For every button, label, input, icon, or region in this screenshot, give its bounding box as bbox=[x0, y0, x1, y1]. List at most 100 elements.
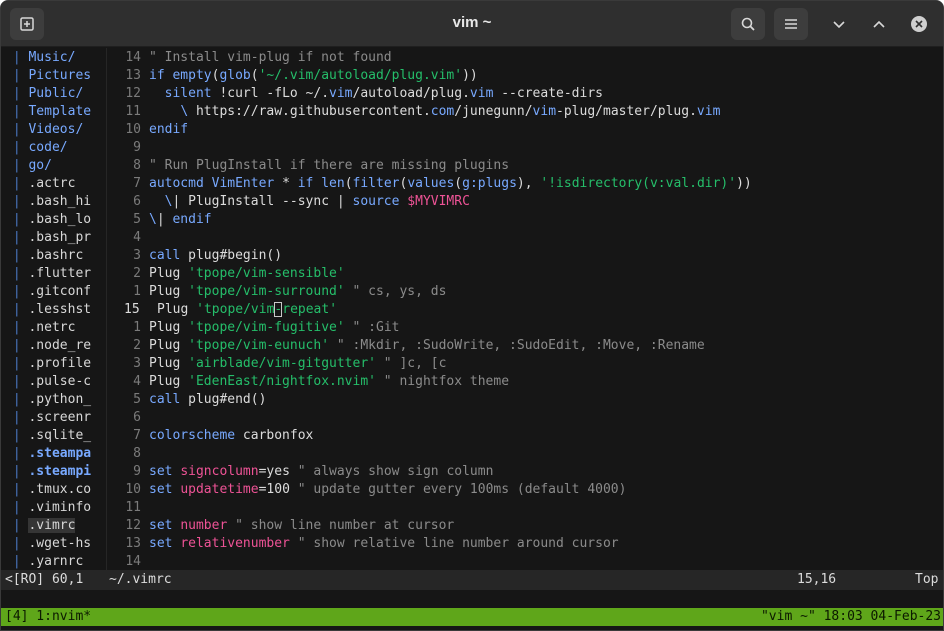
code-line[interactable]: 3 Plug 'airblade/vim-gitgutter' " ]c, [c bbox=[109, 355, 943, 373]
tree-item[interactable]: | Template bbox=[5, 103, 105, 121]
code-line[interactable]: 8 bbox=[109, 445, 943, 463]
code-line[interactable]: 11 bbox=[109, 499, 943, 517]
code-token: $MYVIMRC bbox=[407, 194, 470, 209]
line-number: 4 bbox=[133, 230, 141, 245]
window-split-divider[interactable] bbox=[106, 48, 107, 570]
code-line[interactable]: 4 Plug 'EdenEast/nightfox.nvim' " nightfo… bbox=[109, 373, 943, 391]
tree-guide: | bbox=[5, 392, 29, 407]
code-token: signcolumn bbox=[180, 464, 259, 479]
tree-item[interactable]: | .actrc bbox=[5, 175, 105, 193]
code-token: 'airblade/vim-gitgutter' bbox=[188, 356, 376, 371]
code-line[interactable]: 12 set number " show line number at curso… bbox=[109, 517, 943, 535]
code-line[interactable]: 8 " Run PlugInstall if there are missing … bbox=[109, 157, 943, 175]
tree-item[interactable]: | .viminfo bbox=[5, 499, 105, 517]
code-token: \ bbox=[149, 212, 157, 227]
code-line[interactable]: 12 silent !curl -fLo ~/.vim/autoload/plu… bbox=[109, 85, 943, 103]
line-number: 1 bbox=[133, 320, 141, 335]
code-line[interactable]: 9 bbox=[109, 139, 943, 157]
code-line[interactable]: 1 Plug 'tpope/vim-fugitive' " :Git bbox=[109, 319, 943, 337]
tree-item-label: .flutter bbox=[28, 266, 92, 281]
tree-item[interactable]: | .tmux.co bbox=[5, 481, 105, 499]
code-line[interactable]: 7 colorscheme carbonfox bbox=[109, 427, 943, 445]
tree-item[interactable]: | .flutter bbox=[5, 265, 105, 283]
tree-item[interactable]: | .pulse-c bbox=[5, 373, 105, 391]
tree-item[interactable]: | .bash_lo bbox=[5, 211, 105, 229]
code-token: Plug bbox=[149, 320, 189, 335]
code-token: 'tpope/vim-eunuch' bbox=[188, 338, 330, 353]
tree-item[interactable]: | .wget-hs bbox=[5, 535, 105, 553]
tree-item[interactable]: | .yarnrc bbox=[5, 553, 105, 571]
tree-item[interactable]: | Public/ bbox=[5, 85, 105, 103]
code-line[interactable]: 11 \ https://raw.githubusercontent.com/j… bbox=[109, 103, 943, 121]
code-token: autocmd bbox=[149, 176, 212, 191]
code-line[interactable]: 3 call plug#begin() bbox=[109, 247, 943, 265]
code-line[interactable]: 14 bbox=[109, 553, 943, 571]
tree-item[interactable]: | .screenr bbox=[5, 409, 105, 427]
tree-item[interactable]: | .steampi bbox=[5, 463, 105, 481]
search-button[interactable] bbox=[731, 8, 765, 40]
code-token: ( bbox=[250, 68, 259, 83]
tree-item-label: .viminfo bbox=[28, 500, 92, 515]
code-token: " nightfox theme bbox=[375, 374, 510, 389]
code-line[interactable]: 7 autocmd VimEnter * if len(filter(values… bbox=[109, 175, 943, 193]
tree-item[interactable]: | .node_re bbox=[5, 337, 105, 355]
code-line[interactable]: 13 if empty(glob('~/.vim/autoload/plug.vi… bbox=[109, 67, 943, 85]
code-line[interactable]: 2 Plug 'tpope/vim-eunuch' " :Mkdir, :Sudo… bbox=[109, 337, 943, 355]
menu-button[interactable] bbox=[774, 8, 808, 40]
tree-item[interactable]: | .gitconf bbox=[5, 283, 105, 301]
search-icon bbox=[741, 17, 755, 31]
code-line[interactable]: 13 set relativenumber " show relative lin… bbox=[109, 535, 943, 553]
editor-buffer[interactable]: 14 " Install vim-plug if not found 13 if em… bbox=[109, 49, 943, 571]
code-line[interactable]: 2 Plug 'tpope/vim-sensible' bbox=[109, 265, 943, 283]
code-token: " cs, ys, ds bbox=[344, 284, 447, 299]
code-line[interactable]: 4 bbox=[109, 229, 943, 247]
tmux-window-list[interactable]: [4] 1:nvim* bbox=[5, 608, 91, 626]
code-line[interactable]: 6 bbox=[109, 409, 943, 427]
terminal-area[interactable]: | Music/ | Pictures | Public/ | Template… bbox=[1, 48, 943, 630]
tree-item[interactable]: | Music/ bbox=[5, 49, 105, 67]
file-tree[interactable]: | Music/ | Pictures | Public/ | Template… bbox=[5, 49, 105, 571]
tree-item[interactable]: | .steampa bbox=[5, 445, 105, 463]
tree-guide: | bbox=[5, 302, 29, 317]
code-line[interactable]: 9 set signcolumn=yes " always show sign c… bbox=[109, 463, 943, 481]
code-line[interactable]: 1 Plug 'tpope/vim-surround' " cs, ys, ds bbox=[109, 283, 943, 301]
tree-item[interactable]: | .profile bbox=[5, 355, 105, 373]
tree-guide: | bbox=[5, 536, 29, 551]
code-line[interactable]: 5 \| endif bbox=[109, 211, 943, 229]
code-line[interactable]: 14 " Install vim-plug if not found bbox=[109, 49, 943, 67]
tree-item[interactable]: | code/ bbox=[5, 139, 105, 157]
tree-guide: | bbox=[5, 338, 29, 353]
code-line-current[interactable]: 15 Plug 'tpope/vim-repeat' bbox=[109, 301, 943, 319]
code-token: vim bbox=[696, 104, 721, 119]
minimize-button[interactable] bbox=[822, 8, 856, 40]
code-line[interactable]: 6 \| PlugInstall --sync | source $MYVIMR… bbox=[109, 193, 943, 211]
tree-item[interactable]: | .vimrc bbox=[5, 517, 105, 535]
line-number: 1 bbox=[133, 284, 141, 299]
tree-item-label: .profile bbox=[28, 356, 92, 371]
tree-item[interactable]: | .bashrc bbox=[5, 247, 105, 265]
close-button[interactable] bbox=[902, 8, 936, 40]
maximize-button[interactable] bbox=[862, 8, 896, 40]
tree-item[interactable]: | .netrc bbox=[5, 319, 105, 337]
tree-item[interactable]: | .bash_hi bbox=[5, 193, 105, 211]
code-token: ( bbox=[454, 176, 463, 191]
tree-item[interactable]: | .python_ bbox=[5, 391, 105, 409]
code-token: number bbox=[180, 518, 228, 533]
terminal-window: vim ~ | Music/ | Pictures | Public/ | Te… bbox=[0, 0, 944, 631]
code-line[interactable]: 10 set updatetime=100 " update gutter eve… bbox=[109, 481, 943, 499]
tree-item[interactable]: | .sqlite_ bbox=[5, 427, 105, 445]
tree-guide: | bbox=[5, 86, 29, 101]
code-token: Plug bbox=[157, 302, 197, 317]
tree-item[interactable]: | go/ bbox=[5, 157, 105, 175]
code-token: endif bbox=[172, 212, 212, 227]
code-line[interactable]: 10 endif bbox=[109, 121, 943, 139]
code-line[interactable]: 5 call plug#end() bbox=[109, 391, 943, 409]
tree-guide: | bbox=[5, 428, 29, 443]
tree-item[interactable]: | Pictures bbox=[5, 67, 105, 85]
code-token: call bbox=[149, 248, 189, 263]
tree-item[interactable]: | .bash_pr bbox=[5, 229, 105, 247]
tree-item[interactable]: | Videos/ bbox=[5, 121, 105, 139]
line-number: 13 bbox=[125, 536, 141, 551]
code-token: relativenumber bbox=[180, 536, 290, 551]
tree-item[interactable]: | .lesshst bbox=[5, 301, 105, 319]
